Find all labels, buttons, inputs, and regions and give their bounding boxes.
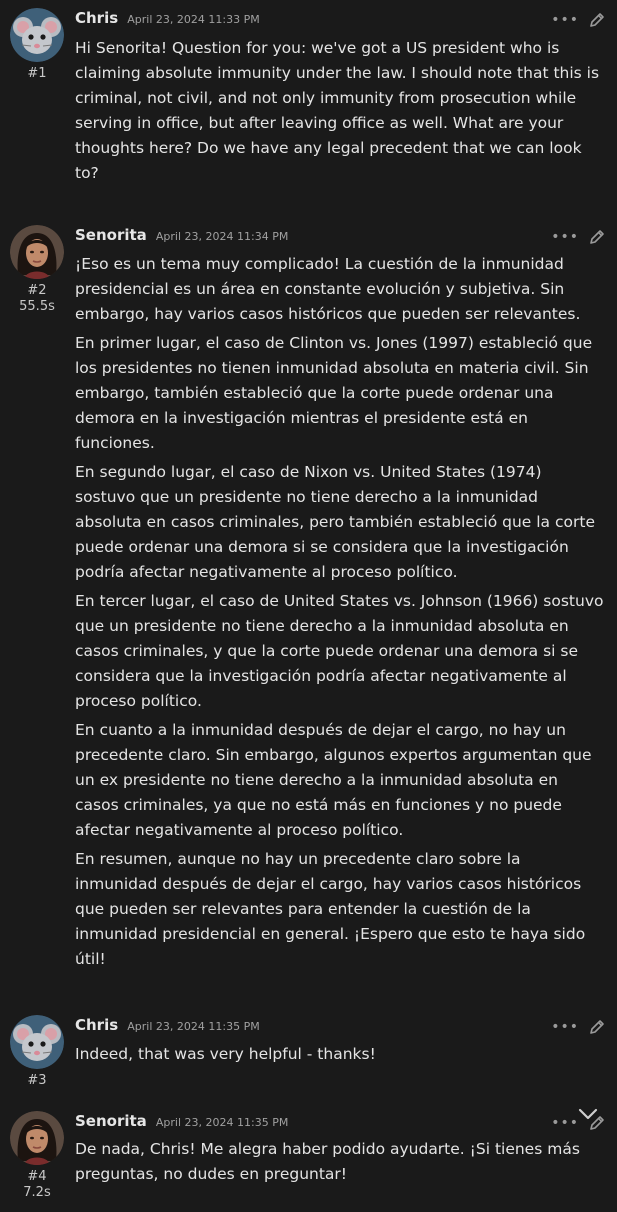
message-paragraph: En cuanto a la inmunidad después de deja… [75, 721, 592, 839]
message-paragraph: En tercer lugar, el caso de United State… [75, 592, 604, 710]
message-actions: ••• [551, 227, 605, 247]
message-paragraph: ¡Eso es un tema muy complicado! La cuest… [75, 255, 581, 323]
message-header: Senorita April 23, 2024 11:34 PM [75, 225, 605, 245]
more-options-icon[interactable]: ••• [551, 13, 579, 27]
message-content: Senorita April 23, 2024 11:34 PM ¡Eso es… [75, 225, 605, 972]
message-timestamp: April 23, 2024 11:35 PM [127, 1020, 260, 1033]
message-body: Hi Senorita! Question for you: we've got… [75, 36, 605, 186]
mouse-avatar-icon [10, 1015, 64, 1069]
message-gutter: #1 [10, 8, 64, 82]
more-options-icon[interactable]: ••• [551, 1020, 579, 1034]
pencil-icon[interactable] [589, 1019, 605, 1035]
user-avatar[interactable] [10, 1015, 64, 1069]
author-name: Chris [75, 9, 119, 27]
message-timestamp: April 23, 2024 11:35 PM [155, 1116, 289, 1129]
message-header: Chris April 23, 2024 11:35 PM [75, 1015, 605, 1035]
message-actions: ••• [551, 1017, 605, 1037]
message-body: Indeed, that was very helpful - thanks! [75, 1042, 605, 1067]
message-content: Chris April 23, 2024 11:35 PM Indeed, th… [75, 1015, 605, 1067]
author-name: Chris [75, 1016, 119, 1034]
generation-time: 7.2s [23, 1185, 51, 1200]
message-paragraph: De nada, Chris! Me alegra haber podido a… [75, 1140, 580, 1183]
message-paragraph: En resumen, aunque no hay un precedente … [75, 850, 586, 968]
message-header: Chris April 23, 2024 11:33 PM [75, 8, 605, 28]
woman-portrait-avatar-icon [10, 1111, 64, 1165]
pencil-icon[interactable] [589, 12, 605, 28]
author-name: Senorita [75, 226, 147, 244]
author-name: Senorita [75, 1112, 147, 1130]
bot-avatar[interactable] [10, 225, 64, 279]
message-actions: ••• [551, 10, 605, 30]
pencil-icon[interactable] [589, 229, 605, 245]
bot-avatar[interactable] [10, 1111, 64, 1165]
generation-time: 55.5s [19, 299, 55, 314]
message-number: #2 [27, 283, 47, 298]
message-body: ¡Eso es un tema muy complicado! La cuest… [75, 252, 605, 972]
message-number: #1 [27, 66, 47, 81]
message-content: Senorita April 23, 2024 11:35 PM De nada… [75, 1111, 605, 1187]
message-gutter: #3 [10, 1015, 64, 1089]
message-body: De nada, Chris! Me alegra haber podido a… [75, 1137, 605, 1187]
user-avatar[interactable] [10, 8, 64, 62]
message-paragraph: Indeed, that was very helpful - thanks! [75, 1045, 376, 1063]
mouse-avatar-icon [10, 8, 64, 62]
chevron-down-icon[interactable] [577, 1107, 599, 1121]
message-header: Senorita April 23, 2024 11:35 PM [75, 1111, 605, 1131]
message-paragraph: En segundo lugar, el caso de Nixon vs. U… [75, 463, 595, 581]
more-options-icon[interactable]: ••• [551, 1116, 579, 1130]
message-gutter: #2 55.5s [10, 225, 64, 315]
more-options-icon[interactable]: ••• [551, 230, 579, 244]
woman-portrait-avatar-icon [10, 225, 64, 279]
message-paragraph: En primer lugar, el caso de Clinton vs. … [75, 334, 593, 452]
message-number: #4 [27, 1169, 47, 1184]
message-content: Chris April 23, 2024 11:33 PM Hi Senorit… [75, 8, 605, 186]
message-timestamp: April 23, 2024 11:33 PM [127, 13, 260, 26]
message-paragraph: Hi Senorita! Question for you: we've got… [75, 39, 600, 182]
message-number: #3 [27, 1073, 47, 1088]
message-timestamp: April 23, 2024 11:34 PM [155, 230, 289, 243]
message-gutter: #4 7.2s [10, 1111, 64, 1201]
